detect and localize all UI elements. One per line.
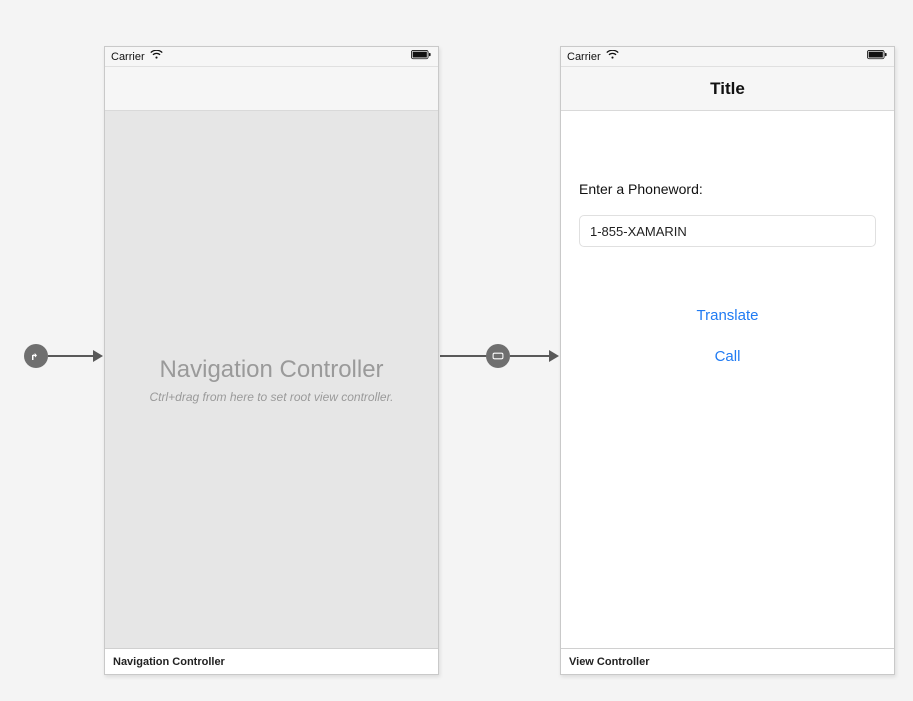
battery-icon	[410, 50, 432, 63]
battery-icon	[866, 50, 888, 63]
segue-arrow-line-left	[440, 355, 488, 357]
navigation-bar	[105, 67, 438, 111]
carrier-label: Carrier	[111, 51, 145, 63]
navbar-title: Title	[710, 79, 745, 99]
placeholder-subtitle: Ctrl+drag from here to set root view con…	[150, 390, 394, 404]
phoneword-input[interactable]	[579, 215, 876, 247]
call-button[interactable]: Call	[715, 348, 741, 365]
nav-controller-placeholder[interactable]: Navigation Controller Ctrl+drag from her…	[105, 111, 438, 648]
segue-arrow-head	[549, 350, 559, 362]
scene-footer-label: View Controller	[561, 648, 894, 674]
segue-arrow-line-right	[510, 355, 550, 357]
navigation-bar: Title	[561, 67, 894, 111]
entry-arrow-head	[93, 350, 103, 362]
carrier-label: Carrier	[567, 51, 601, 63]
entry-arrow-line	[48, 355, 93, 357]
status-bar: Carrier	[561, 47, 894, 67]
placeholder-title: Navigation Controller	[159, 356, 383, 384]
wifi-icon	[150, 50, 163, 63]
view-content: Enter a Phoneword: Translate Call	[561, 111, 894, 648]
entry-point-icon	[30, 350, 42, 362]
navigation-controller-scene[interactable]: Carrier Navigation Controller Ctrl+drag …	[104, 46, 439, 675]
wifi-icon	[606, 50, 619, 63]
entry-point-node[interactable]	[24, 344, 48, 368]
root-segue-icon	[491, 351, 505, 361]
scene-footer-label: Navigation Controller	[105, 648, 438, 674]
root-segue-node[interactable]	[486, 344, 510, 368]
phoneword-prompt-label: Enter a Phoneword:	[579, 181, 876, 197]
translate-button[interactable]: Translate	[697, 307, 759, 324]
status-bar: Carrier	[105, 47, 438, 67]
view-controller-scene[interactable]: Carrier Title Enter a Phoneword: Transla…	[560, 46, 895, 675]
